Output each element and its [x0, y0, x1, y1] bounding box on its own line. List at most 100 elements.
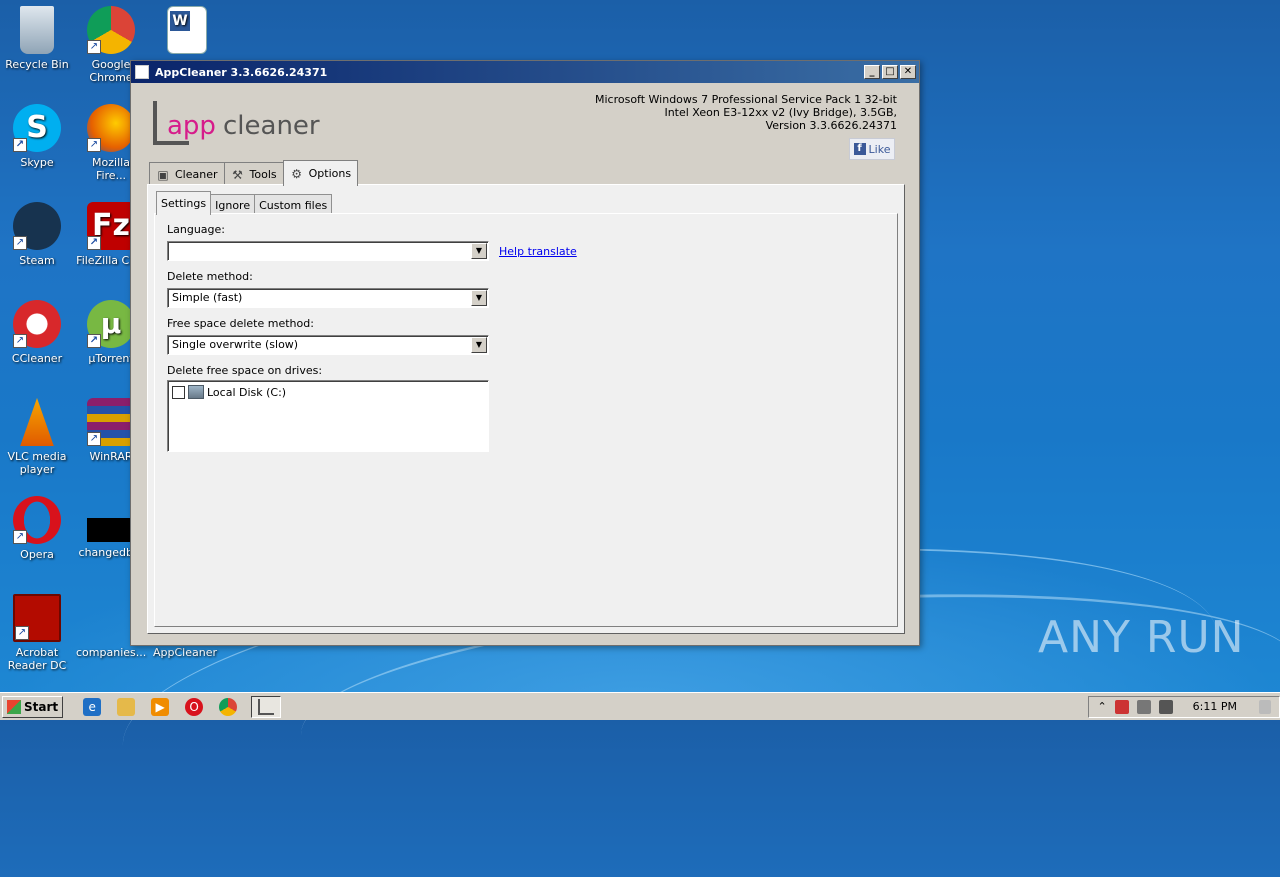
options-panel: Settings Ignore Custom files Language: ▼…	[147, 184, 905, 634]
facebook-icon: f	[853, 143, 866, 155]
winrar-icon: ↗	[87, 398, 135, 446]
close-button[interactable]: ✕	[900, 65, 916, 79]
network-icon[interactable]	[1136, 699, 1151, 714]
desktop-icon-skype[interactable]: S ↗ Skype	[2, 104, 72, 169]
tab-options[interactable]: ⚙ Options	[282, 160, 359, 186]
subtab-label: Ignore	[215, 198, 251, 212]
free-space-method-select[interactable]: Single overwrite (slow) ▼	[167, 335, 489, 355]
chevron-down-icon[interactable]: ▼	[471, 290, 487, 306]
skype-icon: S ↗	[13, 104, 61, 152]
desktop-icon-label: Acrobat Reader DC	[7, 646, 67, 672]
chevron-down-icon[interactable]: ▼	[471, 243, 487, 259]
appcleaner-window: AppCleaner 3.3.6626.24371 _ □ ✕ app clea…	[130, 60, 920, 646]
opera-icon: ↗	[13, 496, 61, 544]
main-tabs: ▣ Cleaner ⚒ Tools ⚙ Options	[149, 160, 359, 186]
desktop-icon-acrobat[interactable]: ↗ Acrobat Reader DC	[2, 594, 72, 672]
app-icon	[135, 65, 149, 79]
vlc-icon	[20, 398, 54, 446]
tab-label: Tools	[249, 168, 277, 181]
action-center-icon[interactable]	[1114, 699, 1129, 714]
subtab-settings[interactable]: Settings	[156, 191, 212, 215]
desktop-icon-label: CCleaner	[11, 352, 63, 365]
tab-tools[interactable]: ⚒ Tools	[223, 162, 284, 186]
desktop-icon-label: companies...	[76, 646, 147, 659]
opera-icon[interactable]: O	[185, 697, 204, 716]
logo-app-text: app	[167, 111, 216, 141]
sysinfo-os: Microsoft Windows 7 Professional Service…	[594, 93, 897, 106]
desktop-icon-label: Steam	[19, 254, 55, 267]
title-bar[interactable]: AppCleaner 3.3.6626.24371 _ □ ✕	[131, 61, 919, 83]
settings-panel: Language: ▼ Help translate Delete method…	[154, 213, 898, 627]
utorrent-icon: µ ↗	[87, 300, 135, 348]
cleaner-icon: ▣	[157, 167, 169, 182]
drives-label: Delete free space on drives:	[167, 364, 323, 377]
firefox-icon: ↗	[87, 104, 135, 152]
sysinfo-cpu: Intel Xeon E3-12xx v2 (Ivy Bridge), 3.5G…	[664, 106, 897, 119]
like-label: Like	[868, 142, 891, 156]
window-title: AppCleaner 3.3.6626.24371	[155, 65, 328, 79]
taskbar-appcleaner[interactable]	[251, 695, 282, 718]
appcleaner-logo: app cleaner	[153, 97, 320, 149]
file-icon	[87, 594, 135, 642]
list-item[interactable]: Local Disk (C:)	[172, 385, 286, 399]
desktop-icon-label: µTorrent	[88, 352, 134, 365]
acrobat-icon: ↗	[13, 594, 61, 642]
steam-icon: ↗	[13, 202, 61, 250]
clock[interactable]: 6:11 PM	[1193, 700, 1237, 713]
gear-icon: ⚙	[291, 166, 302, 181]
sysinfo-version: Version 3.3.6626.24371	[765, 119, 897, 132]
free-space-method-value: Single overwrite (slow)	[172, 338, 299, 351]
minimize-button[interactable]: _	[864, 65, 880, 79]
tools-icon: ⚒	[232, 167, 243, 182]
delete-method-select[interactable]: Simple (fast) ▼	[167, 288, 489, 308]
chevron-down-icon[interactable]: ▼	[471, 337, 487, 353]
word-document-icon: W	[167, 6, 207, 54]
taskbar: Start e ▶ O ⌃ 6:11 PM	[0, 692, 1280, 720]
desktop-icon-label: Skype	[20, 156, 54, 169]
drive-checkbox[interactable]	[172, 385, 185, 399]
desktop-icon-steam[interactable]: ↗ Steam	[2, 202, 72, 267]
chevron-up-icon[interactable]: ⌃	[1097, 700, 1106, 713]
tab-label: Options	[308, 167, 352, 180]
subtab-label: Custom files	[259, 198, 328, 212]
subtab-custom-files[interactable]: Custom files	[254, 194, 333, 215]
anyrun-watermark: ANY RUN	[1038, 612, 1245, 663]
facebook-like-button[interactable]: f Like	[849, 138, 895, 160]
desktop-icon-opera[interactable]: ↗ Opera	[2, 496, 72, 561]
filezilla-icon: Fz ↗	[87, 202, 135, 250]
chrome-icon: ↗	[87, 6, 135, 54]
windows-flag-icon	[7, 699, 21, 714]
drives-list: Local Disk (C:)	[167, 380, 489, 452]
system-info: Microsoft Windows 7 Professional Service…	[595, 93, 897, 132]
start-button[interactable]: Start	[2, 695, 64, 718]
ie-icon[interactable]: e	[83, 697, 102, 716]
options-subtabs: Settings Ignore Custom files	[156, 191, 333, 215]
language-label: Language:	[167, 223, 225, 236]
desktop-icon-vlc[interactable]: VLC media player	[2, 398, 72, 476]
desktop-icon-word-document[interactable]: W	[152, 6, 222, 58]
explorer-icon[interactable]	[117, 697, 136, 716]
tab-cleaner[interactable]: ▣ Cleaner	[149, 162, 225, 186]
subtab-ignore[interactable]: Ignore	[210, 194, 256, 215]
logo-cleaner-text: cleaner	[223, 111, 320, 141]
language-select[interactable]: ▼	[167, 241, 489, 261]
desktop-icon-label: AppCleaner	[153, 646, 217, 659]
desktop-icon-label: Recycle Bin	[5, 58, 69, 71]
recycle-bin-icon	[20, 6, 54, 54]
desktop-icon-label: VLC media player	[7, 450, 67, 476]
free-space-method-label: Free space delete method:	[167, 317, 314, 330]
volume-icon[interactable]	[1158, 699, 1173, 714]
desktop-icon-label: Mozilla Fire...	[92, 156, 130, 182]
show-desktop-icon[interactable]	[1259, 699, 1271, 714]
desktop-icon-ccleaner[interactable]: ↗ CCleaner	[2, 300, 72, 365]
chrome-icon[interactable]	[219, 697, 238, 716]
maximize-button[interactable]: □	[882, 65, 898, 79]
file-icon	[87, 518, 135, 542]
disk-drive-icon	[188, 385, 204, 399]
desktop-icon-label: Google Chrome	[89, 58, 133, 84]
start-label: Start	[24, 699, 59, 714]
delete-method-value: Simple (fast)	[172, 291, 243, 304]
desktop-icon-recycle-bin[interactable]: Recycle Bin	[2, 6, 72, 71]
help-translate-link[interactable]: Help translate	[499, 245, 577, 258]
media-player-icon[interactable]: ▶	[151, 697, 170, 716]
